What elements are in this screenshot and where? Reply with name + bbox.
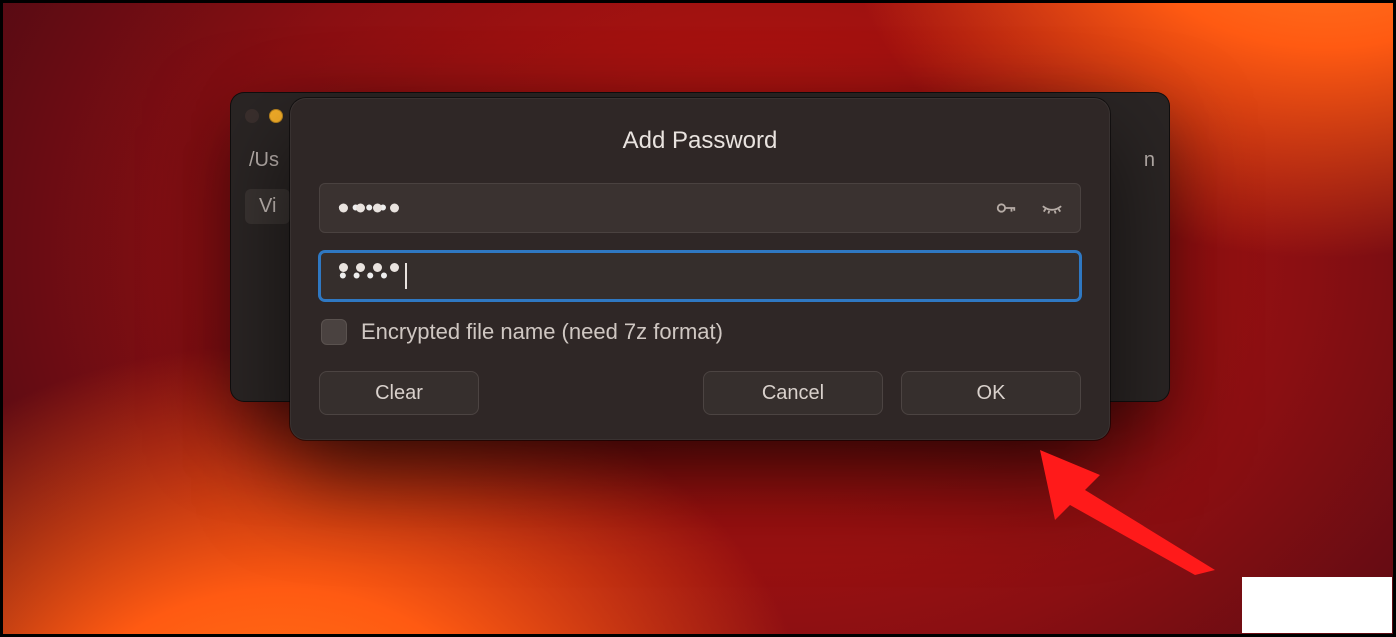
confirm-password-field-row <box>319 251 1081 301</box>
key-icon[interactable] <box>991 196 1021 220</box>
confirm-password-input[interactable] <box>319 251 1081 301</box>
annotation-arrow <box>1030 440 1220 580</box>
parent-sidebar-chip: Vi <box>245 189 290 224</box>
dialog-title: Add Password <box>319 127 1081 155</box>
parent-right-hint: n <box>1144 149 1155 172</box>
add-password-dialog: Add Password <box>290 98 1110 440</box>
clear-button[interactable]: Clear <box>319 371 479 415</box>
desktop-wallpaper: /Us Vi n Add Password <box>0 0 1396 637</box>
dialog-button-row: Clear Cancel OK <box>319 371 1081 415</box>
password-input[interactable] <box>319 183 1081 233</box>
password-field-row <box>319 183 1081 233</box>
encrypt-filename-row: Encrypted file name (need 7z format) <box>321 319 1081 345</box>
close-window-button[interactable] <box>245 109 259 123</box>
cancel-button[interactable]: Cancel <box>703 371 883 415</box>
eye-closed-icon[interactable] <box>1037 196 1067 220</box>
encrypt-filename-label: Encrypted file name (need 7z format) <box>361 319 723 345</box>
watermark-block <box>1242 577 1392 633</box>
parent-path-label: /Us <box>249 149 279 172</box>
ok-button[interactable]: OK <box>901 371 1081 415</box>
minimize-window-button[interactable] <box>269 109 283 123</box>
encrypt-filename-checkbox[interactable] <box>321 319 347 345</box>
